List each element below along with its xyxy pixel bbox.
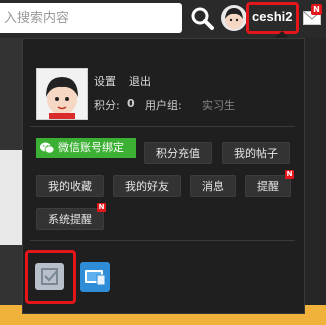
username-link[interactable]: ceshi2 — [252, 9, 292, 24]
points-label: 积分: — [94, 99, 120, 112]
system-reminders-badge: N — [97, 203, 106, 212]
points-value: 0 — [127, 97, 135, 110]
wechat-bind-button[interactable]: 微信账号绑定 — [36, 138, 136, 158]
divider — [30, 240, 295, 241]
wechat-bind-label: 微信账号绑定 — [58, 141, 124, 154]
settings-link[interactable]: 设置 — [94, 73, 116, 89]
reminders-badge: N — [285, 170, 294, 179]
friends-button[interactable]: 我的好友 — [113, 175, 181, 197]
user-avatar-small[interactable] — [221, 5, 247, 31]
system-reminders-button[interactable]: 系统提醒 — [36, 208, 104, 230]
tablet-app-icon — [85, 270, 106, 286]
search-icon[interactable] — [189, 5, 217, 33]
divider — [30, 126, 295, 127]
group-label: 用户组: — [145, 99, 182, 112]
background-strip-right — [305, 38, 326, 325]
my-posts-button[interactable]: 我的帖子 — [222, 142, 290, 164]
messages-button[interactable]: 消息 — [190, 175, 236, 197]
checkin-app-button[interactable] — [35, 263, 64, 290]
logout-link[interactable]: 退出 — [129, 73, 151, 89]
checkin-icon — [41, 268, 58, 285]
search-input[interactable] — [2, 3, 182, 33]
mail-badge: N — [311, 4, 322, 15]
user-avatar-large[interactable] — [36, 68, 88, 120]
favorites-button[interactable]: 我的收藏 — [36, 175, 104, 197]
background-graphic — [0, 150, 22, 245]
tablet-app-button[interactable] — [80, 262, 110, 292]
wechat-icon — [40, 142, 55, 154]
recharge-button[interactable]: 积分充值 — [144, 142, 212, 164]
group-value: 实习生 — [202, 99, 235, 112]
search-box[interactable] — [0, 3, 182, 33]
